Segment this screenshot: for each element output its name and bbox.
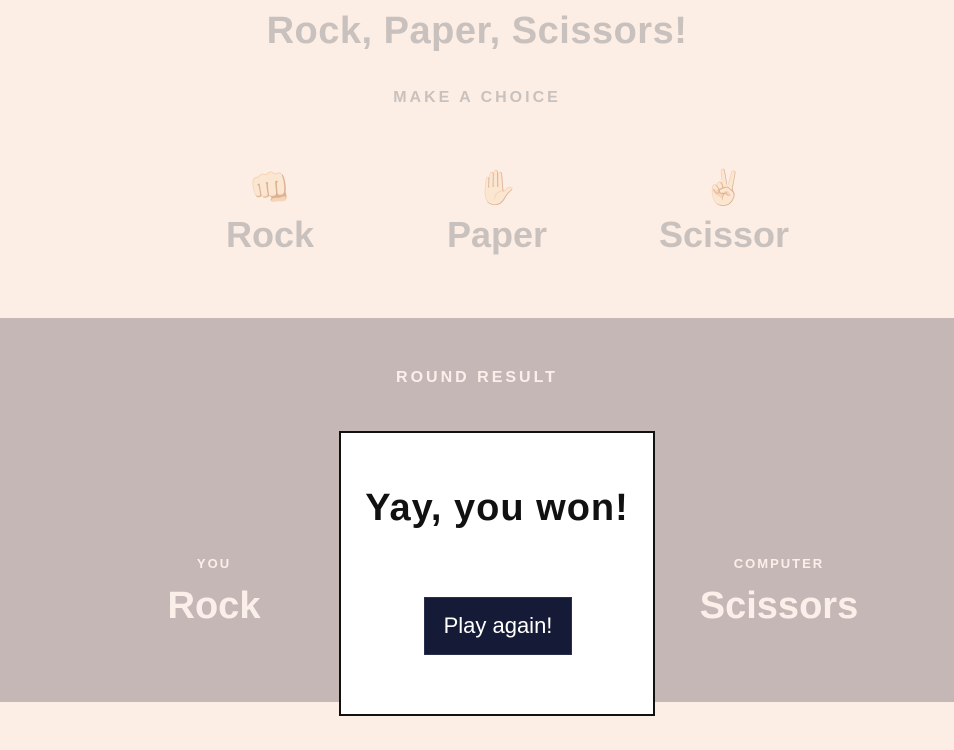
choice-scissor-label: Scissor [658,214,790,255]
choice-prompt: MAKE A CHOICE [393,89,561,106]
computer-pick: Scissors [699,585,859,627]
choice-scissor-button[interactable]: ✌🏻 Scissor [634,168,814,256]
fist-icon: 👊🏻 [248,169,292,207]
player-label: YOU [196,556,232,571]
raised-hand-icon: ✋🏻 [475,169,519,207]
choice-rock-label: Rock [225,214,315,255]
result-modal: Yay, you won! Play again! [339,431,655,716]
choice-section: Rock, Paper, Scissors! MAKE A CHOICE 👊🏻 … [0,0,954,318]
round-result-heading: ROUND RESULT [396,369,558,386]
play-again-button[interactable]: Play again! [424,597,572,655]
computer-label: COMPUTER [733,556,825,571]
computer-result: COMPUTER Scissors [659,556,899,628]
choice-rock-button[interactable]: 👊🏻 Rock [180,168,360,256]
result-message: Yay, you won! [365,487,629,529]
page-title: Rock, Paper, Scissors! [266,10,688,52]
player-pick: Rock [167,585,261,627]
victory-hand-icon: ✌🏻 [702,169,746,207]
choice-paper-label: Paper [446,214,548,255]
player-result: YOU Rock [94,556,334,628]
choice-paper-button[interactable]: ✋🏻 Paper [407,168,587,256]
